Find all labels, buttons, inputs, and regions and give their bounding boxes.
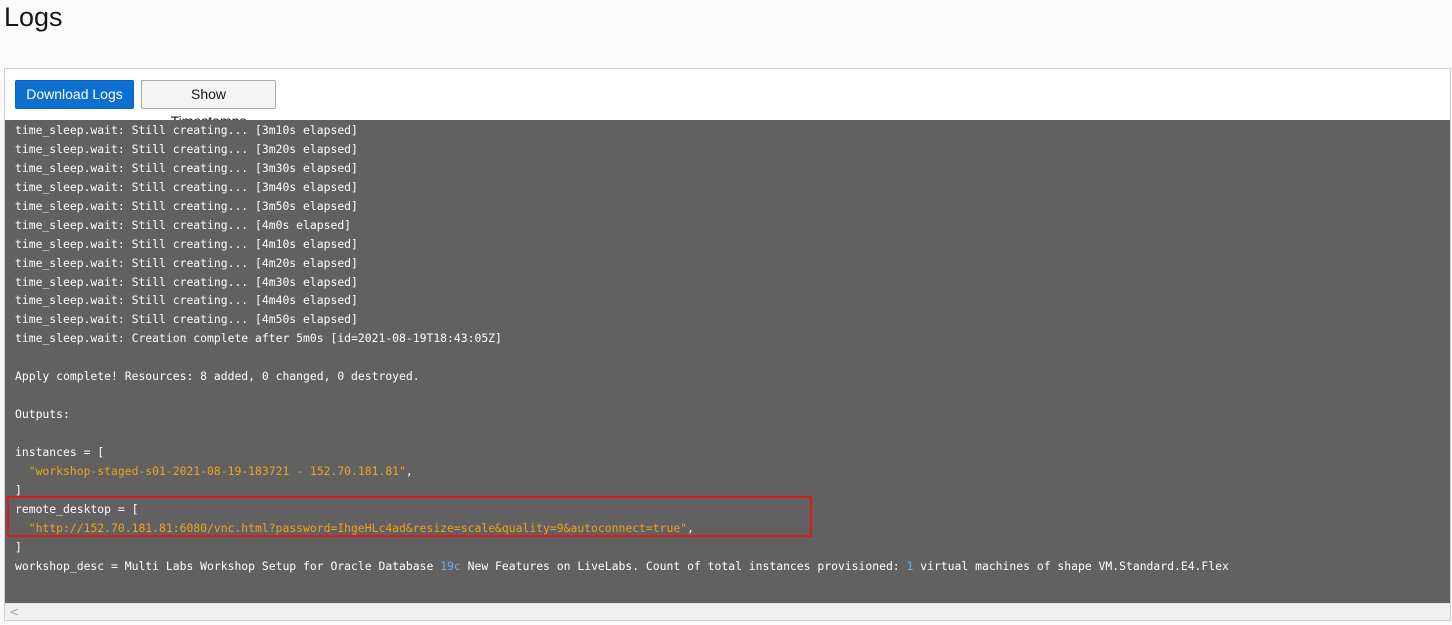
download-logs-button[interactable]: Download Logs <box>15 80 134 109</box>
log-text: time_sleep.wait: Still creating... [4m10… <box>15 236 358 251</box>
log-number: 19c <box>440 558 461 573</box>
log-line: time_sleep.wait: Creation complete after… <box>15 329 1229 348</box>
log-line: workshop_desc = Multi Labs Workshop Setu… <box>15 557 1229 576</box>
logs-panel: Download Logs Show Timestamps time_sleep… <box>4 68 1451 621</box>
log-string: "workshop-staged-s01-2021-08-19-183721 -… <box>28 463 406 478</box>
horizontal-scrollbar[interactable]: < <box>5 603 1450 620</box>
log-text: , <box>405 463 413 478</box>
log-line: instances = [ <box>15 443 1229 462</box>
log-text: time_sleep.wait: Still creating... [3m50… <box>15 198 358 213</box>
log-text: time_sleep.wait: Still creating... [4m20… <box>15 255 358 270</box>
log-text: ] <box>15 539 22 554</box>
log-text: instances = [ <box>15 444 105 459</box>
log-line: time_sleep.wait: Still creating... [3m10… <box>15 121 1229 140</box>
log-line: time_sleep.wait: Still creating... [4m30… <box>15 273 1229 292</box>
log-text: time_sleep.wait: Still creating... [3m40… <box>15 179 358 194</box>
log-text: time_sleep.wait: Still creating... [4m0s… <box>15 217 352 232</box>
log-text: Apply complete! Resources: 8 added, 0 ch… <box>15 369 420 384</box>
log-line: ] <box>15 538 1229 557</box>
log-text: time_sleep.wait: Still creating... [4m30… <box>15 274 358 289</box>
remote-desktop-highlight <box>7 496 812 537</box>
log-text: time_sleep.wait: Still creating... [3m30… <box>15 160 358 175</box>
log-text: time_sleep.wait: Still creating... [4m40… <box>15 293 358 308</box>
scroll-left-arrow-icon[interactable]: < <box>7 604 21 620</box>
log-line: time_sleep.wait: Still creating... [4m10… <box>15 235 1229 254</box>
log-line: time_sleep.wait: Still creating... [4m40… <box>15 291 1229 310</box>
log-text: Outputs: <box>15 407 70 422</box>
log-line: time_sleep.wait: Still creating... [4m0s… <box>15 216 1229 235</box>
log-text: time_sleep.wait: Still creating... [4m50… <box>15 312 358 327</box>
log-line: Outputs: <box>15 405 1229 424</box>
log-text: New Features on LiveLabs. Count of total… <box>460 558 907 573</box>
log-line: "workshop-staged-s01-2021-08-19-183721 -… <box>15 462 1229 481</box>
log-line: time_sleep.wait: Still creating... [3m30… <box>15 159 1229 178</box>
log-line: time_sleep.wait: Still creating... [3m20… <box>15 140 1229 159</box>
log-line: Apply complete! Resources: 8 added, 0 ch… <box>15 367 1229 386</box>
logs-toolbar: Download Logs Show Timestamps <box>5 69 1450 129</box>
log-line: time_sleep.wait: Still creating... [3m50… <box>15 197 1229 216</box>
log-text: workshop_desc = Multi Labs Workshop Setu… <box>15 558 441 573</box>
page-title: Logs <box>4 2 63 32</box>
log-text: time_sleep.wait: Creation complete after… <box>15 331 502 346</box>
log-text: ] <box>15 482 22 497</box>
show-timestamps-button[interactable]: Show Timestamps <box>141 80 276 129</box>
log-line: time_sleep.wait: Still creating... [4m20… <box>15 254 1229 273</box>
log-text: time_sleep.wait: Still creating... [3m10… <box>15 123 358 137</box>
log-line: time_sleep.wait: Still creating... [3m40… <box>15 178 1229 197</box>
log-output[interactable]: time_sleep.wait: Still creating... [3m10… <box>5 120 1450 603</box>
log-text: virtual machines of shape VM.Standard.E4… <box>913 558 1229 573</box>
log-text: time_sleep.wait: Still creating... [3m20… <box>15 141 358 156</box>
log-line: time_sleep.wait: Still creating... [4m50… <box>15 310 1229 329</box>
